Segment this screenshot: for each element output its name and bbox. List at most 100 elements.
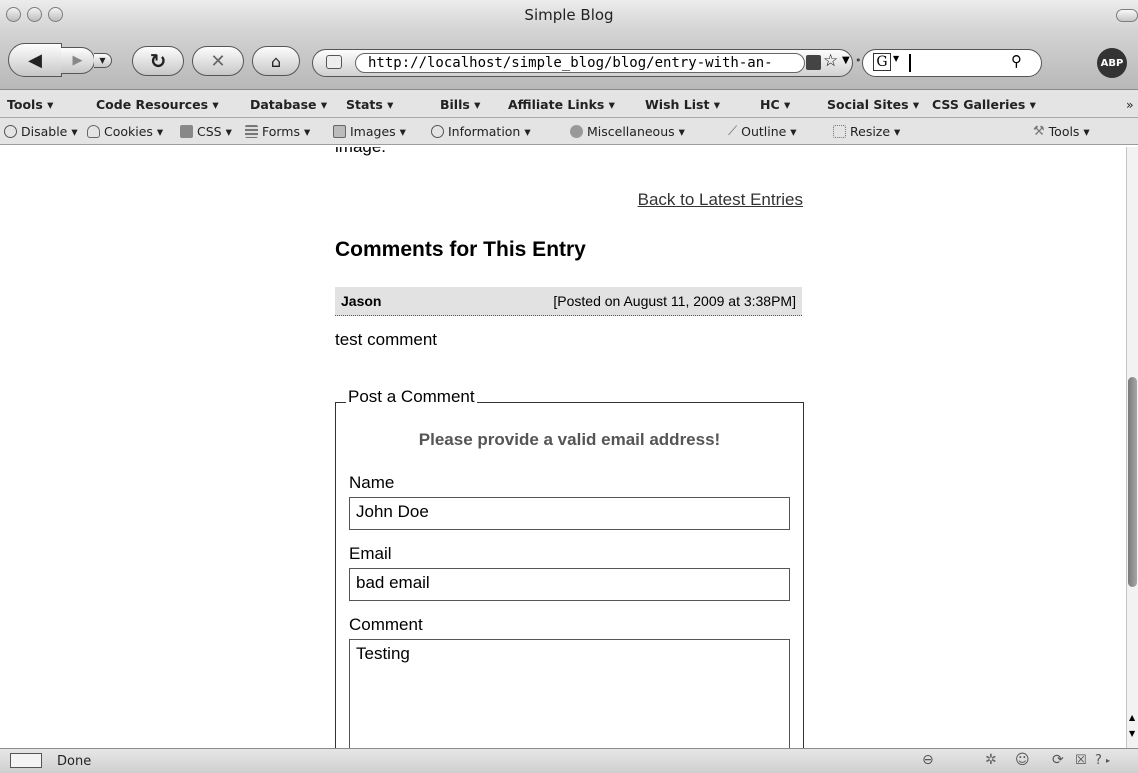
back-to-latest-entries-link[interactable]: Back to Latest Entries: [638, 190, 803, 210]
dev-forms-menu[interactable]: Forms ▾: [245, 124, 310, 139]
scroll-down-icon[interactable]: ▼: [1129, 729, 1135, 738]
status-text: Done: [57, 754, 92, 769]
dev-disable-label: Disable ▾: [21, 124, 78, 139]
adblock-icon: ABP: [1100, 57, 1124, 69]
search-separator-icon: •: [855, 54, 862, 67]
disable-icon: [4, 125, 17, 138]
history-dropdown-button[interactable]: ▼: [94, 53, 112, 68]
bookmarks-toolbar: Tools ▾ Code Resources ▾ Database ▾ Stat…: [0, 90, 1138, 118]
vertical-scrollbar[interactable]: ▲ ▼: [1126, 147, 1138, 748]
comments-heading: Comments for This Entry: [335, 238, 586, 261]
forward-arrow-icon: ▶: [72, 53, 83, 68]
greasemonkey-icon[interactable]: ☺: [1015, 752, 1030, 768]
navigation-toolbar: ◀ ▶ ▼ ↻ ✕ ⌂ http://localhost/simple_blog…: [0, 30, 1138, 90]
back-button[interactable]: ◀: [8, 43, 62, 77]
bookmark-css-galleries[interactable]: CSS Galleries ▾: [932, 97, 1036, 112]
reload-button[interactable]: ↻: [132, 46, 184, 76]
dev-cookies-menu[interactable]: Cookies ▾: [87, 124, 163, 139]
bookmarks-overflow-chevron-icon[interactable]: »: [1126, 97, 1134, 112]
stop-button[interactable]: ✕: [192, 46, 244, 76]
help-icon[interactable]: ?: [1095, 753, 1102, 768]
back-arrow-icon: ◀: [28, 49, 42, 71]
adblock-button[interactable]: ABP: [1097, 48, 1127, 78]
rss-feed-icon[interactable]: [806, 55, 821, 70]
home-button[interactable]: ⌂: [252, 46, 300, 76]
dev-disable-menu[interactable]: Disable ▾: [4, 124, 78, 139]
comment-header: Jason [Posted on August 11, 2009 at 3:38…: [335, 287, 802, 316]
search-box[interactable]: G ▼ ⚲: [862, 49, 1042, 77]
comment-form-legend: Post a Comment: [346, 387, 477, 407]
connection-icon: [10, 753, 42, 768]
validator-icon[interactable]: ☒: [1075, 753, 1087, 768]
comment-date: [Posted on August 11, 2009 at 3:38PM]: [553, 293, 796, 309]
dev-outline-menu[interactable]: ⟋ Outline ▾: [728, 124, 797, 139]
bookmark-stats[interactable]: Stats ▾: [346, 97, 393, 112]
css-icon: [180, 125, 193, 138]
dev-tools-label: Tools ▾: [1048, 124, 1090, 139]
information-icon: [431, 125, 444, 138]
comment-body: test comment: [335, 330, 438, 349]
form-error-message: Please provide a valid email address!: [418, 430, 721, 449]
home-icon: ⌂: [270, 51, 282, 71]
site-identity-icon[interactable]: [326, 55, 342, 69]
url-dropdown-icon[interactable]: ▼: [842, 55, 850, 66]
scroll-up-icon[interactable]: ▲: [1129, 713, 1135, 722]
resize-icon: [833, 125, 846, 138]
dev-forms-label: Forms ▾: [262, 124, 311, 139]
wrench-icon: ⚒: [1033, 124, 1045, 139]
firebug-icon[interactable]: ✲: [985, 752, 997, 768]
scrollbar-thumb[interactable]: [1128, 377, 1137, 587]
status-bar: Done ⊖ ✲ ☺ ⟳ ☒ ? ▸: [0, 748, 1138, 773]
forward-button[interactable]: ▶: [61, 47, 95, 74]
stop-icon: ✕: [210, 50, 226, 72]
dev-miscellaneous-label: Miscellaneous ▾: [587, 124, 685, 139]
outline-icon: ⟋: [728, 124, 738, 139]
dev-information-label: Information ▾: [448, 124, 531, 139]
status-chevron-icon[interactable]: ▸: [1106, 756, 1110, 765]
disable-status-icon[interactable]: ⊖: [922, 752, 934, 768]
url-bar[interactable]: http://localhost/simple_blog/blog/entry-…: [312, 49, 853, 77]
search-engine-dropdown-icon[interactable]: ▼: [893, 54, 899, 63]
window-titlebar: Simple Blog: [0, 0, 1138, 30]
bookmark-database[interactable]: Database ▾: [250, 97, 327, 112]
dev-outline-label: Outline ▾: [741, 124, 797, 139]
dev-tools-menu[interactable]: ⚒ Tools ▾: [1033, 124, 1090, 139]
dev-css-menu[interactable]: CSS ▾: [180, 124, 232, 139]
comment-label: Comment: [349, 615, 423, 634]
bookmark-hc[interactable]: HC ▾: [760, 97, 790, 112]
entry-text-fragment: image.: [335, 147, 386, 157]
dev-cookies-label: Cookies ▾: [104, 124, 164, 139]
bookmark-code-resources[interactable]: Code Resources ▾: [96, 97, 219, 112]
reload-icon: ↻: [149, 49, 167, 73]
url-input[interactable]: http://localhost/simple_blog/blog/entry-…: [355, 53, 805, 73]
toolbar-toggle-button[interactable]: [1116, 9, 1138, 22]
dev-resize-label: Resize ▾: [850, 124, 901, 139]
miscellaneous-icon: [570, 125, 583, 138]
search-input[interactable]: [909, 54, 991, 72]
cookies-icon: [87, 125, 100, 138]
bookmark-bills[interactable]: Bills ▾: [440, 97, 480, 112]
dev-resize-menu[interactable]: Resize ▾: [833, 124, 900, 139]
bookmark-tools[interactable]: Tools ▾: [7, 97, 53, 112]
web-developer-toolbar: Disable ▾ Cookies ▾ CSS ▾ Forms ▾ Images…: [0, 118, 1138, 145]
search-icon[interactable]: ⚲: [1011, 52, 1022, 70]
dev-miscellaneous-menu[interactable]: Miscellaneous ▾: [570, 124, 685, 139]
name-label: Name: [349, 473, 395, 492]
window-title: Simple Blog: [524, 6, 614, 24]
dev-images-label: Images ▾: [350, 124, 406, 139]
search-engine-icon[interactable]: G: [873, 53, 891, 71]
dev-information-menu[interactable]: Information ▾: [431, 124, 531, 139]
dev-css-label: CSS ▾: [197, 124, 232, 139]
bookmark-affiliate-links[interactable]: Affiliate Links ▾: [508, 97, 615, 112]
name-field[interactable]: John Doe: [349, 497, 790, 530]
images-icon: [333, 125, 346, 138]
forms-icon: [245, 125, 258, 138]
email-field[interactable]: bad email: [349, 568, 790, 601]
dev-images-menu[interactable]: Images ▾: [333, 124, 406, 139]
bookmark-star-icon[interactable]: ☆: [823, 51, 838, 71]
sync-icon[interactable]: ⟳: [1052, 752, 1064, 768]
comment-author: Jason: [341, 293, 382, 309]
bookmark-wish-list[interactable]: Wish List ▾: [645, 97, 720, 112]
comment-textarea[interactable]: Testing: [349, 639, 790, 748]
bookmark-social-sites[interactable]: Social Sites ▾: [827, 97, 919, 112]
